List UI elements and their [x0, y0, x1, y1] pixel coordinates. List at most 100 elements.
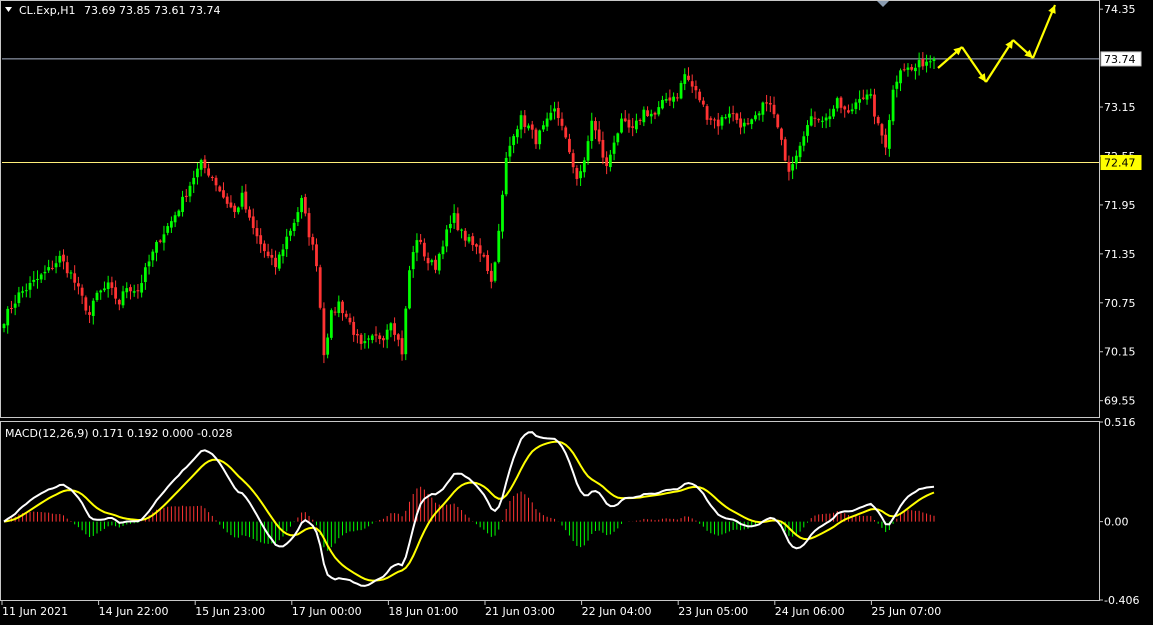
price-axis: 74.3573.1572.5571.9571.3570.7570.1569.55… — [1099, 3, 1142, 408]
candle-body — [646, 110, 649, 117]
candle-body — [95, 292, 99, 301]
candle-body — [99, 290, 103, 293]
candle-body — [932, 58, 936, 61]
candle-body — [798, 145, 802, 158]
candle-body — [664, 99, 668, 101]
candle-body — [854, 102, 858, 110]
candle-body — [229, 202, 233, 208]
candle-body — [69, 272, 73, 274]
candle-body — [679, 83, 683, 99]
candle-body — [315, 244, 318, 267]
candle-body — [560, 118, 564, 126]
candle-body — [441, 246, 445, 255]
candle-body — [80, 287, 84, 296]
candle-body — [225, 196, 229, 204]
candle-body — [114, 287, 117, 299]
candle-body — [88, 312, 91, 315]
time-tick-label: 18 Jun 01:00 — [388, 605, 458, 618]
candle-body — [382, 338, 385, 341]
candle-body — [39, 274, 43, 280]
candle-body — [285, 236, 289, 250]
candle-body — [873, 94, 876, 117]
price-tick-label: 70.15 — [1104, 346, 1136, 359]
candle-body — [728, 113, 731, 118]
candle-body — [653, 112, 657, 115]
candle-body — [348, 317, 352, 323]
candle-body — [196, 168, 199, 178]
price-tick-label: 73.15 — [1104, 101, 1136, 114]
candle-body — [356, 333, 359, 336]
candle-body — [906, 67, 910, 70]
candle-body — [478, 245, 482, 254]
candle-body — [475, 244, 478, 247]
candle-body — [843, 106, 847, 110]
candle-body — [891, 89, 895, 122]
candle-body — [396, 334, 400, 340]
candle-body — [58, 255, 62, 263]
candle-body — [638, 119, 642, 121]
candle-body — [608, 154, 612, 168]
candle-body — [605, 157, 609, 167]
candle-body — [199, 159, 203, 170]
candle-body — [422, 242, 426, 257]
candle-body — [861, 97, 865, 99]
candle-body — [333, 311, 337, 313]
time-tick-label: 14 Jun 22:00 — [99, 605, 169, 618]
macd-tick-label: 0.516 — [1104, 416, 1136, 429]
candle-body — [594, 121, 597, 131]
candle-body — [902, 69, 906, 71]
candle-body — [337, 301, 341, 313]
candle-body — [556, 107, 560, 119]
candle-body — [132, 291, 136, 293]
candle-body — [36, 278, 39, 280]
candle-body — [716, 119, 720, 127]
candle-body — [318, 267, 322, 308]
symbol-label: CL.Exp,H1 — [19, 4, 76, 17]
candle-body — [672, 96, 675, 102]
candle-body — [329, 310, 333, 338]
candle-body — [512, 136, 516, 146]
candle-body — [143, 267, 147, 283]
candle-body — [270, 254, 274, 258]
candle-body — [6, 308, 10, 326]
candle-body — [106, 282, 110, 290]
time-tick-label: 17 Jun 00:00 — [292, 605, 362, 618]
candle-body — [895, 81, 899, 89]
candle-body — [687, 75, 690, 80]
candle-body — [240, 192, 244, 207]
candle-body — [244, 191, 248, 210]
macd-tick-label: -0.406 — [1104, 594, 1139, 607]
candle-body — [463, 230, 467, 241]
time-tick-label: 24 Jun 06:00 — [775, 605, 845, 618]
candle-body — [307, 213, 311, 238]
candle-body — [519, 115, 523, 130]
candle-body — [884, 134, 888, 148]
time-tick-label: 22 Jun 04:00 — [582, 605, 652, 618]
candle-body — [787, 162, 791, 172]
candle-body — [876, 117, 880, 124]
price-box-label-0: 73.74 — [1104, 53, 1136, 66]
candle-body — [497, 230, 501, 262]
candle-body — [899, 70, 902, 84]
candle-body — [50, 267, 54, 269]
candle-body — [501, 194, 504, 232]
candle-body — [28, 283, 32, 290]
candle-body — [251, 216, 255, 229]
price-tick-label: 69.55 — [1104, 395, 1136, 408]
candle-body — [151, 251, 155, 261]
candle-body — [928, 61, 932, 63]
candle-body — [289, 230, 292, 236]
candle-body — [761, 102, 765, 115]
chart-header[interactable]: CL.Exp,H1 73.69 73.85 73.61 73.74 — [5, 4, 220, 17]
candle-body — [162, 234, 166, 243]
candle-body — [690, 81, 694, 87]
candle-body — [400, 338, 404, 355]
candle-body — [471, 236, 475, 246]
candle-body — [166, 226, 170, 233]
candle-body — [32, 279, 36, 282]
candle-body — [657, 107, 661, 115]
candle-body — [542, 125, 545, 130]
candle-body — [385, 329, 389, 340]
candle-body — [121, 291, 125, 306]
candle-body — [765, 102, 768, 104]
